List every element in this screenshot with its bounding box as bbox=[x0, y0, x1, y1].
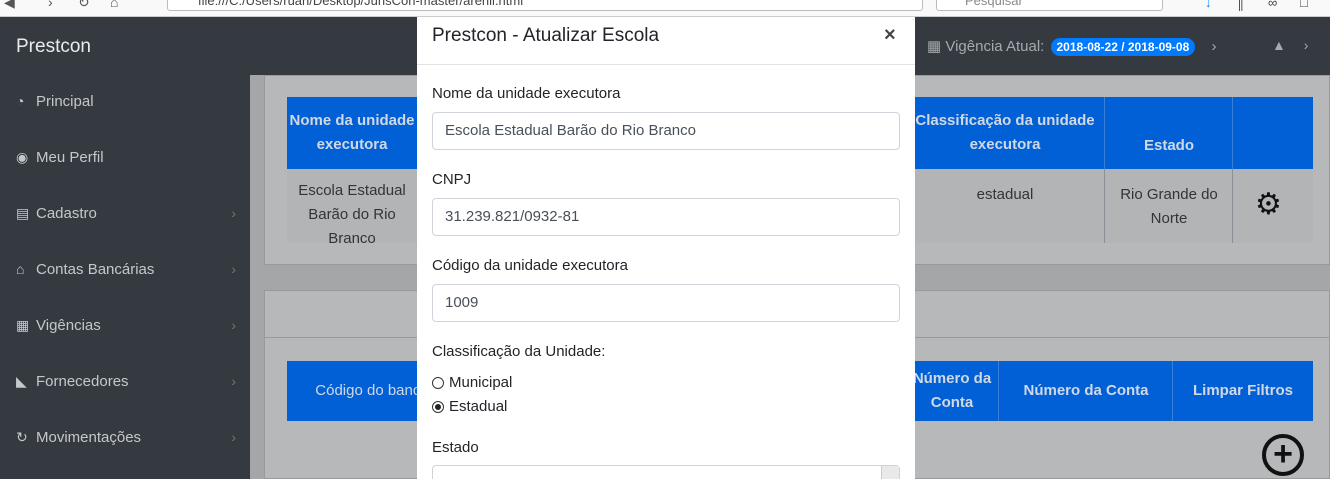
radio-municipal[interactable]: Municipal bbox=[432, 374, 512, 391]
chevron-right-icon: › bbox=[231, 205, 236, 221]
chevron-right-icon: › bbox=[231, 317, 236, 333]
sidebar-item-label: Movimentações bbox=[36, 429, 142, 446]
area-chart-icon: ◣ bbox=[16, 373, 27, 389]
sidebar: ◔ Principal ◉ Meu Perfil ▤ Cadastro › ⌂ Cont… bbox=[0, 75, 250, 479]
close-icon[interactable]: × bbox=[884, 24, 896, 47]
classificacao-label: Classificação da Unidade: bbox=[432, 343, 606, 360]
estado-select[interactable] bbox=[432, 465, 900, 479]
browser-toolbar: ◀ › ↻ ⌂ file:///C:/Users/ruan/Desktop/Ju… bbox=[0, 0, 1330, 17]
chevron-right-icon: › bbox=[231, 373, 236, 389]
vigencia-badge: 2018-08-22 / 2018-09-08 bbox=[1050, 38, 1196, 56]
column-header-nome: Nome da unidade executora bbox=[289, 112, 415, 153]
chevron-right-icon: › bbox=[231, 429, 236, 445]
sidebar-item-vigencias[interactable]: ▦ Vigências › bbox=[16, 317, 238, 341]
cnpj-input[interactable]: 31.239.821/0932-81 bbox=[432, 198, 900, 236]
dropdown-button[interactable] bbox=[881, 466, 899, 479]
add-button[interactable]: + bbox=[1262, 434, 1304, 476]
menu-icon[interactable]: □ bbox=[1300, 0, 1308, 10]
vigencia-indicator[interactable]: ▦ Vigência Atual: 2018-08-22 / 2018-09-0… bbox=[927, 37, 1217, 56]
radio-municipal-label: Municipal bbox=[449, 374, 513, 391]
refresh-icon: ↻ bbox=[16, 429, 28, 445]
estado-label: Estado bbox=[432, 439, 479, 456]
sidebar-item-meu-perfil[interactable]: ◉ Meu Perfil bbox=[16, 149, 238, 173]
radio-checked-icon[interactable] bbox=[432, 400, 444, 413]
cell-estado: Rio Grande do Norte bbox=[1120, 186, 1218, 227]
url-bar[interactable]: file:///C:/Users/ruan/Desktop/JunsCon-ma… bbox=[167, 0, 923, 11]
calendar-icon: ▦ bbox=[927, 38, 942, 55]
sidebar-item-label: Fornecedores bbox=[36, 373, 129, 390]
column-header-classificacao: Classificação da unidade executora bbox=[915, 112, 1095, 153]
cell-classificacao: estadual bbox=[976, 186, 1034, 203]
sidebar-item-label: Vigências bbox=[36, 317, 101, 334]
divider bbox=[1172, 361, 1173, 421]
divider bbox=[1104, 169, 1105, 243]
forward-icon[interactable]: › bbox=[48, 0, 53, 10]
id-card-icon: ▤ bbox=[16, 205, 30, 221]
modal-header: Prestcon - Atualizar Escola × bbox=[417, 17, 915, 65]
sync-icon[interactable]: ∞ bbox=[1268, 0, 1277, 10]
back-icon[interactable]: ◀ bbox=[4, 0, 15, 11]
gear-icon[interactable]: ⚙ bbox=[1255, 187, 1282, 222]
divider bbox=[998, 361, 999, 421]
user-menu[interactable]: ▲ › bbox=[1272, 37, 1308, 53]
radio-estadual[interactable]: Estadual bbox=[432, 398, 507, 415]
reload-icon[interactable]: ↻ bbox=[78, 0, 90, 11]
brand-title[interactable]: Prestcon bbox=[16, 36, 91, 58]
cell-nome: Escola Estadual Barão do Rio Branco bbox=[298, 182, 406, 247]
sidebar-item-fornecedores[interactable]: ◣ Fornecedores › bbox=[16, 373, 238, 397]
chevron-right-icon: › bbox=[231, 261, 236, 277]
browser-search-field[interactable]: Pesquisar bbox=[936, 0, 1163, 11]
library-icon[interactable]: ║ bbox=[1236, 0, 1245, 10]
divider bbox=[1232, 97, 1233, 169]
divider bbox=[1104, 97, 1105, 169]
column-header-estado: Estado bbox=[1143, 137, 1194, 154]
sidebar-item-contas-bancarias[interactable]: ⌂ Contas Bancárias › bbox=[16, 261, 238, 285]
user-circle-icon: ◉ bbox=[16, 149, 29, 165]
codigo-input[interactable]: 1009 bbox=[432, 284, 900, 322]
modal-title: Prestcon - Atualizar Escola bbox=[432, 25, 660, 46]
sidebar-item-label: Cadastro bbox=[36, 205, 97, 222]
nome-input[interactable]: Escola Estadual Barão do Rio Branco bbox=[432, 112, 900, 150]
divider bbox=[1232, 169, 1233, 243]
download-icon[interactable]: ↓ bbox=[1205, 0, 1212, 10]
home-icon[interactable]: ⌂ bbox=[110, 0, 118, 10]
bank-icon: ⌂ bbox=[16, 261, 25, 277]
cnpj-label: CNPJ bbox=[432, 171, 472, 188]
codigo-label: Código da unidade executora bbox=[432, 257, 628, 274]
sidebar-item-label: Principal bbox=[36, 93, 94, 110]
radio-estadual-label: Estadual bbox=[449, 398, 508, 415]
dashboard-icon: ◔ bbox=[16, 93, 25, 109]
sidebar-item-cadastro[interactable]: ▤ Cadastro › bbox=[16, 205, 238, 229]
radio-unchecked-icon[interactable] bbox=[432, 376, 444, 389]
vigencia-label: Vigência Atual: bbox=[945, 38, 1045, 55]
chevron-right-icon: › bbox=[1211, 38, 1217, 55]
user-icon: ▲ bbox=[1272, 37, 1286, 53]
sidebar-item-label: Contas Bancárias bbox=[36, 261, 155, 278]
sidebar-item-label: Meu Perfil bbox=[36, 149, 104, 166]
app-root: ◀ › ↻ ⌂ file:///C:/Users/ruan/Desktop/Ju… bbox=[0, 0, 1330, 479]
sidebar-item-principal[interactable]: ◔ Principal bbox=[16, 93, 238, 117]
sidebar-item-movimentacoes[interactable]: ↻ Movimentações › bbox=[16, 429, 238, 453]
chevron-right-icon: › bbox=[1303, 37, 1309, 53]
limpar-filtros-button[interactable]: Limpar Filtros bbox=[1173, 361, 1313, 421]
column-header-numero-conta-a[interactable]: Número da Conta bbox=[905, 361, 999, 421]
column-header-numero-conta[interactable]: Número da Conta bbox=[999, 361, 1173, 421]
calendar-icon: ▦ bbox=[16, 317, 30, 333]
nome-label: Nome da unidade executora bbox=[432, 85, 621, 102]
atualizar-escola-modal: Prestcon - Atualizar Escola × Nome da un… bbox=[417, 17, 915, 479]
